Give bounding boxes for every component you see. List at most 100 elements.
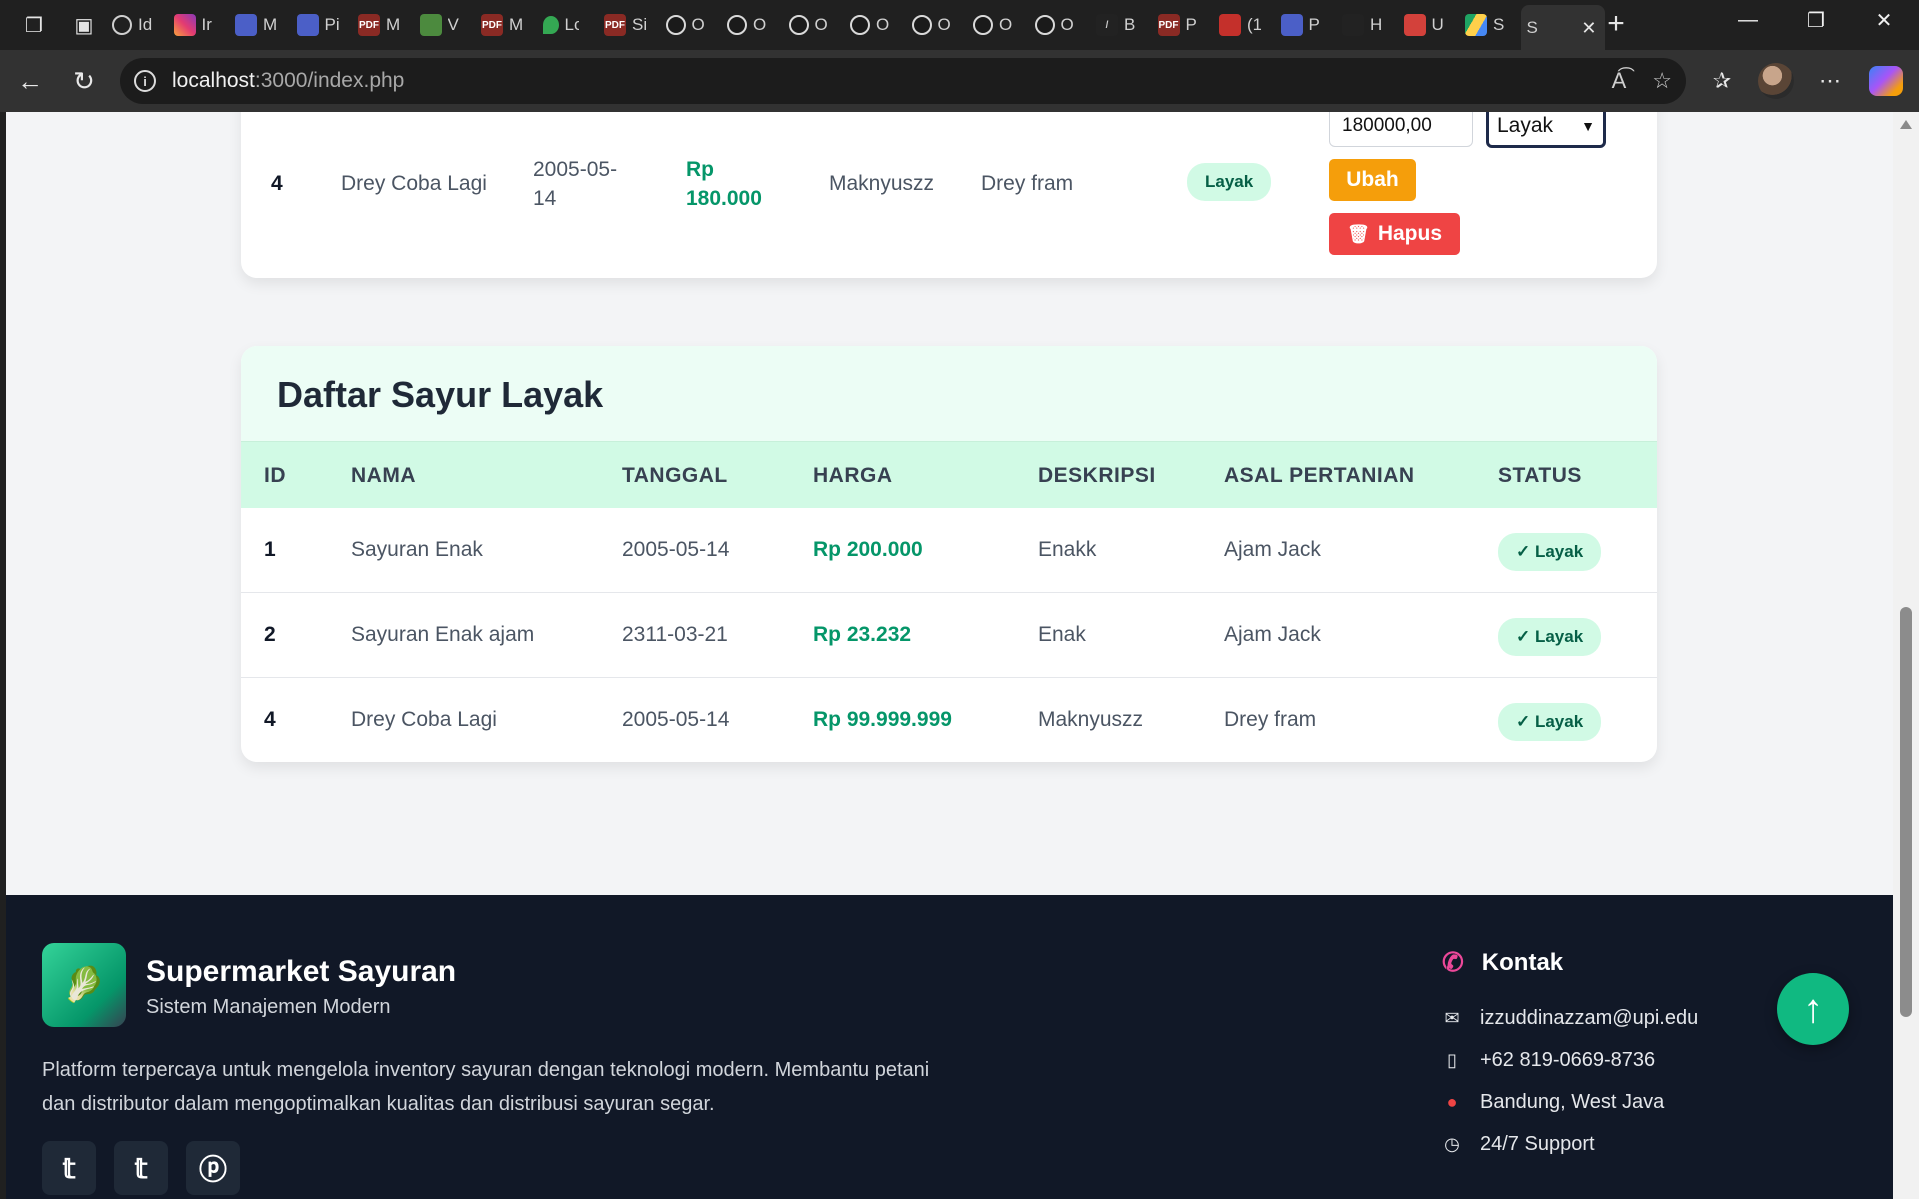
tab-title: M [386, 15, 400, 34]
footer-tagline: Sistem Manajemen Modern [146, 996, 391, 1018]
url-text[interactable]: localhost:3000/index.php [172, 69, 404, 93]
github-favicon-icon [665, 15, 686, 35]
pinterest-icon[interactable]: ⓟ [186, 1141, 240, 1195]
tab-title: P [1185, 15, 1197, 34]
browser-tab[interactable]: / B [1090, 6, 1152, 44]
ubah-button[interactable]: Ubah [1329, 159, 1416, 201]
browser-tab[interactable]: O [844, 6, 906, 44]
kontak-heading: ✆ Kontak [1442, 947, 1563, 978]
twitter-icon[interactable]: 𝕥 [114, 1141, 168, 1195]
chevron-down-icon: ▼ [1581, 118, 1595, 134]
back-button[interactable]: ← [8, 59, 52, 103]
row-tanggal: 2005-05- 14 [533, 155, 617, 213]
tab-bar: ❐ ▣ IdIrMPiPDFMVPDFMLoPDFSiOOOOOOO/BPDFP… [0, 0, 1919, 51]
row-id: 4 [271, 172, 283, 195]
page-viewport: 4 Drey Coba Lagi 2005-05- 14 Rp 180.000 … [6, 112, 1893, 1199]
read-aloud-icon[interactable]: A͡ [1612, 68, 1627, 94]
web-favicon-icon [112, 15, 132, 35]
status-badge: ✓ Layak [1498, 618, 1602, 656]
favorites-icon[interactable]: ✰ [1700, 59, 1744, 103]
browser-tab[interactable]: O [721, 6, 783, 44]
site-info-icon[interactable]: i [134, 70, 156, 92]
browser-tab[interactable]: O [906, 6, 968, 44]
browser-tab[interactable]: O [967, 6, 1029, 44]
contact-support: ◷ 24/7 Support [1442, 1133, 1594, 1156]
copilot-icon[interactable] [1864, 59, 1908, 103]
url-host: localhost [172, 69, 255, 92]
contact-phone[interactable]: ▯ +62 819-0669-8736 [1442, 1049, 1655, 1072]
tab-strip: IdIrMPiPDFMVPDFMLoPDFSiOOOOOOO/BPDFP(1PH… [106, 0, 1605, 51]
browser-tab[interactable]: Lo [537, 6, 599, 44]
cell-deskripsi: Enakk [1038, 538, 1097, 561]
tab-title: Pi [324, 15, 339, 34]
browser-tab[interactable]: Id [106, 6, 168, 44]
browser-tab[interactable]: PDF P [1152, 6, 1214, 44]
favorite-star-icon[interactable]: ☆ [1652, 68, 1672, 94]
status-select[interactable]: Layak ▼ [1486, 112, 1606, 148]
price-input[interactable] [1329, 112, 1473, 147]
table-row: 2 Sayuran Enak ajam 2311-03-21 Rp 23.232… [241, 593, 1657, 678]
browser-tab[interactable]: P [1275, 6, 1337, 44]
tab-actions-icon[interactable]: ▣ [66, 7, 102, 43]
browser-tab[interactable]: H [1336, 6, 1398, 44]
refresh-button[interactable]: ↻ [62, 59, 106, 103]
table-row: 4 Drey Coba Lagi 2005-05-14 Rp 99.999.99… [241, 678, 1657, 762]
browser-tab[interactable]: Pi [291, 6, 353, 44]
minimize-button[interactable]: — [1720, 0, 1776, 40]
page-scrollbar[interactable] [1893, 112, 1919, 1199]
tab-title: M [263, 15, 277, 34]
layak-card-header: Daftar Sayur Layak [241, 346, 1657, 442]
browser-tab[interactable]: V [414, 6, 476, 44]
layak-title: Daftar Sayur Layak [277, 374, 604, 415]
contact-email[interactable]: ✉ izzuddinazzam@upi.edu [1442, 1007, 1698, 1030]
browser-tab[interactable]: Ir [168, 6, 230, 44]
close-tab-icon[interactable]: ✕ [1581, 18, 1596, 39]
cell-asal: Drey fram [1224, 708, 1317, 731]
col-tanggal: TANGGAL [622, 464, 728, 487]
browser-tab[interactable]: PDF Si [598, 6, 660, 44]
tab-title: Si [632, 15, 646, 34]
kontak-title: Kontak [1481, 948, 1564, 976]
workspaces-icon[interactable]: ❐ [16, 7, 52, 43]
tab-title: Lo [564, 15, 579, 34]
more-menu-icon[interactable]: ⋯ [1808, 59, 1852, 103]
scrollbar-thumb[interactable] [1900, 607, 1912, 1017]
browser-tab[interactable]: O [783, 6, 845, 44]
profile-avatar[interactable] [1754, 59, 1798, 103]
browser-tab[interactable]: S [1459, 6, 1521, 44]
tab-title: H [1370, 15, 1383, 34]
browser-tab[interactable]: PDF M [475, 6, 537, 44]
status-badge: ✓ Layak [1498, 533, 1602, 571]
github-favicon-icon [973, 15, 993, 35]
url-bar[interactable]: i localhost:3000/index.php A͡ ☆ [120, 58, 1686, 104]
twitter-icon[interactable]: 𝕥 [42, 1141, 96, 1195]
browser-tab[interactable]: (1 [1213, 6, 1275, 44]
hapus-button[interactable]: 🗑 Hapus [1329, 213, 1460, 255]
tab-title: O [999, 15, 1013, 34]
restore-button[interactable]: ❐ [1788, 0, 1844, 40]
row-tanggal-line2: 14 [533, 187, 557, 210]
status-badge: ✓ Layak [1498, 703, 1602, 741]
browser-tab-active[interactable]: S ✕ [1520, 5, 1605, 51]
github-favicon-icon [788, 15, 809, 35]
omnibox-actions: A͡ ☆ [1612, 68, 1672, 94]
tab-title: O [814, 15, 828, 34]
tab-title: S [1526, 18, 1538, 37]
browser-tab[interactable]: O [660, 6, 722, 44]
browser-tab[interactable]: O [1029, 6, 1091, 44]
leaf-logo-icon: 🥬 [42, 943, 126, 1027]
row-asal: Drey fram [981, 172, 1074, 195]
cell-asal: Ajam Jack [1224, 623, 1321, 646]
new-tab-button[interactable]: + [1598, 6, 1634, 42]
browser-tab[interactable]: PDF M [352, 6, 414, 44]
close-window-button[interactable]: ✕ [1856, 0, 1912, 40]
cell-nama: Drey Coba Lagi [351, 708, 497, 731]
col-harga: HARGA [813, 464, 893, 487]
instagram-favicon-icon [173, 14, 196, 36]
scroll-up-arrow[interactable] [1900, 120, 1912, 129]
back-to-top-button[interactable]: ↑ [1777, 973, 1849, 1045]
browser-tab[interactable]: M [229, 6, 291, 44]
browser-tab[interactable]: U [1398, 6, 1460, 44]
address-bar: ← ↻ i localhost:3000/index.php A͡ ☆ ✰ ⋯ [0, 50, 1919, 112]
status-badge: Layak [1187, 163, 1272, 201]
